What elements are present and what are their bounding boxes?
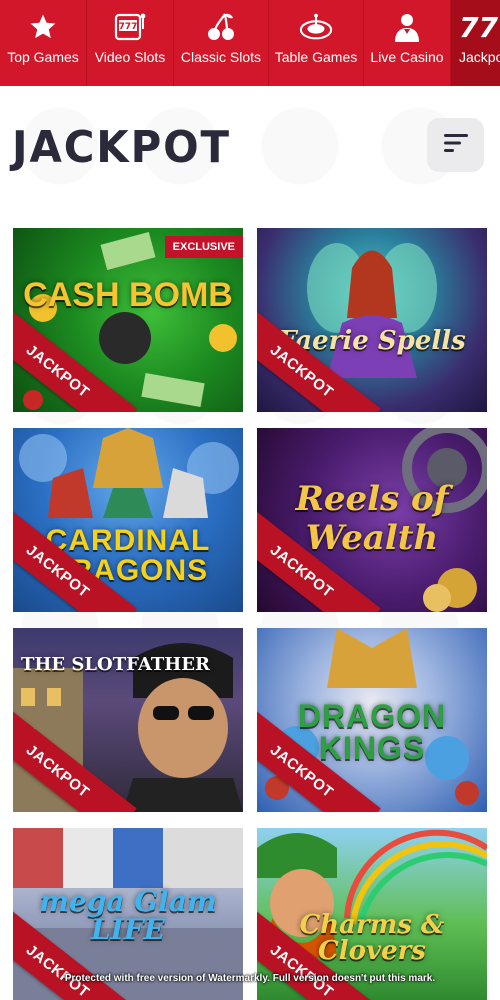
watermark-text: Protected with free version of Watermark… bbox=[64, 973, 436, 984]
nav-item-table-games[interactable]: Table Games bbox=[269, 0, 364, 86]
nav-label: Top Games bbox=[7, 49, 79, 65]
nav-label: Classic Slots bbox=[180, 49, 262, 65]
nav-item-video-slots[interactable]: 777 Video Slots bbox=[87, 0, 174, 86]
nav-label: Jackpot bbox=[459, 49, 500, 65]
slot-machine-icon: 777 bbox=[113, 10, 147, 44]
nav-item-classic-slots[interactable]: Classic Slots bbox=[174, 0, 269, 86]
dealer-icon bbox=[390, 10, 424, 44]
game-title: CASH BOMB bbox=[23, 276, 233, 314]
svg-text:777: 777 bbox=[119, 22, 138, 32]
game-title: mega Glam LIFE bbox=[39, 885, 217, 946]
nav-item-jackpot[interactable]: 777 Jackpot bbox=[451, 0, 500, 86]
game-tile[interactable]: CARDINAL DRAGONS JACKPOT bbox=[13, 428, 243, 612]
game-tile[interactable]: Faerie Spells JACKPOT bbox=[257, 228, 487, 412]
filter-menu-icon bbox=[443, 133, 469, 158]
cherries-icon bbox=[204, 10, 238, 44]
nav-label: Video Slots bbox=[94, 49, 166, 65]
game-tile[interactable]: THE SLOTFATHER JACKPOT bbox=[13, 628, 243, 812]
game-tile[interactable]: Reels of Wealth JACKPOT bbox=[257, 428, 487, 612]
roulette-icon bbox=[299, 10, 333, 44]
nav-label: Table Games bbox=[274, 49, 358, 65]
nav-item-live-casino[interactable]: Live Casino bbox=[364, 0, 451, 86]
exclusive-badge: EXCLUSIVE bbox=[164, 236, 243, 258]
nav-item-top-games[interactable]: Top Games bbox=[0, 0, 87, 86]
game-title: THE SLOTFATHER bbox=[21, 654, 210, 675]
game-tile[interactable]: CASH BOMB EXCLUSIVE JACKPOT bbox=[13, 228, 243, 412]
category-nav: Top Games 777 Video Slots Classic Slots bbox=[0, 0, 500, 86]
filter-menu-button[interactable] bbox=[427, 118, 484, 172]
star-icon bbox=[26, 10, 60, 44]
nav-label: Live Casino bbox=[370, 49, 444, 65]
page-title: JACKPOT bbox=[12, 122, 231, 173]
game-tile[interactable]: DRAGON KINGS JACKPOT bbox=[257, 628, 487, 812]
jackpot-777-icon: 777 bbox=[459, 10, 500, 44]
